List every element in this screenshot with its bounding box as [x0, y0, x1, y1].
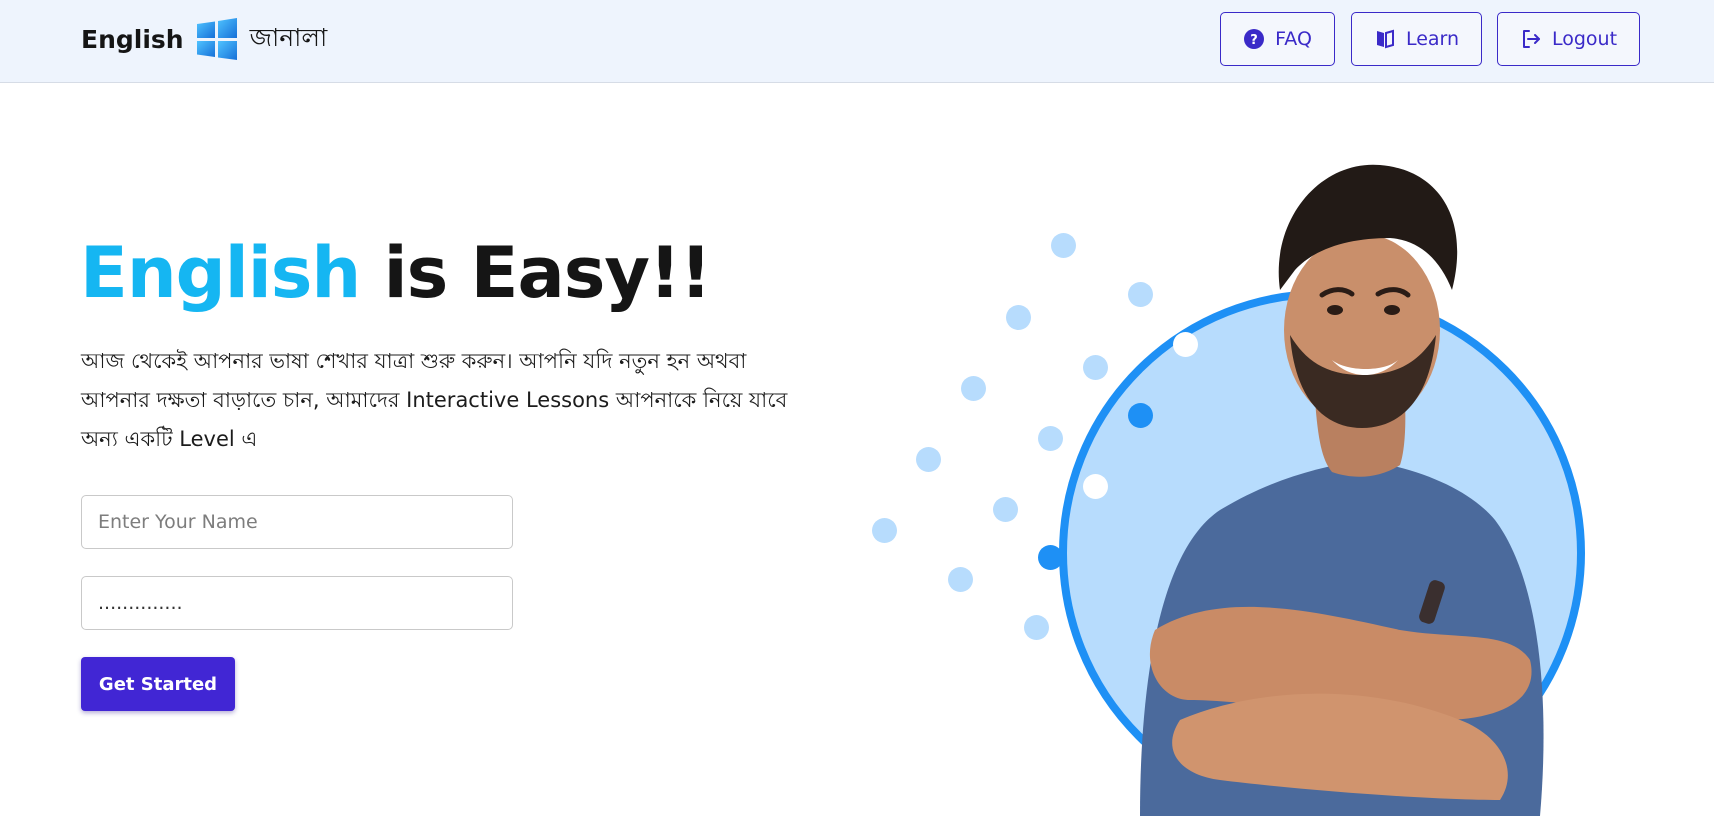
book-icon: [1376, 29, 1394, 49]
brand[interactable]: English জানালা: [81, 16, 327, 62]
decor-dot: [1006, 305, 1031, 330]
svg-text:?: ?: [1250, 33, 1258, 48]
learn-button[interactable]: Learn: [1351, 12, 1482, 66]
faq-label: FAQ: [1275, 28, 1312, 50]
decor-dot: [993, 497, 1018, 522]
name-input[interactable]: [81, 495, 513, 549]
logout-icon: [1522, 30, 1540, 48]
smiling-man-photo: [1140, 164, 1544, 816]
windows-logo-icon: [196, 18, 237, 60]
decor-dot: [1038, 545, 1063, 570]
logout-label: Logout: [1551, 28, 1618, 50]
hero-illustration: [860, 160, 1600, 816]
learn-label: Learn: [1405, 28, 1460, 50]
logout-button[interactable]: Logout: [1497, 12, 1640, 66]
hero-description: আজ থেকেই আপনার ভাষা শেখার যাত্রা শুরু কর…: [81, 349, 788, 451]
decor-dot: [872, 518, 897, 543]
hero-title: English is Easy!!: [80, 232, 712, 314]
decor-dot: [916, 447, 941, 472]
faq-button[interactable]: ? FAQ: [1220, 12, 1335, 66]
question-circle-icon: ?: [1244, 29, 1265, 49]
decor-dot: [961, 376, 986, 401]
brand-name-english: English: [81, 24, 184, 54]
decor-dot: [1024, 615, 1049, 640]
hero-title-accent: English: [80, 232, 361, 314]
decor-dot: [948, 567, 973, 592]
password-input[interactable]: [81, 576, 513, 630]
decor-dot: [1051, 233, 1076, 258]
brand-name-bangla: জানালা: [249, 22, 328, 52]
get-started-button[interactable]: Get Started: [81, 657, 235, 711]
hero-title-rest: is Easy!!: [360, 232, 712, 314]
top-navbar: English জানালা ? FAQ Learn Logout: [0, 0, 1714, 83]
